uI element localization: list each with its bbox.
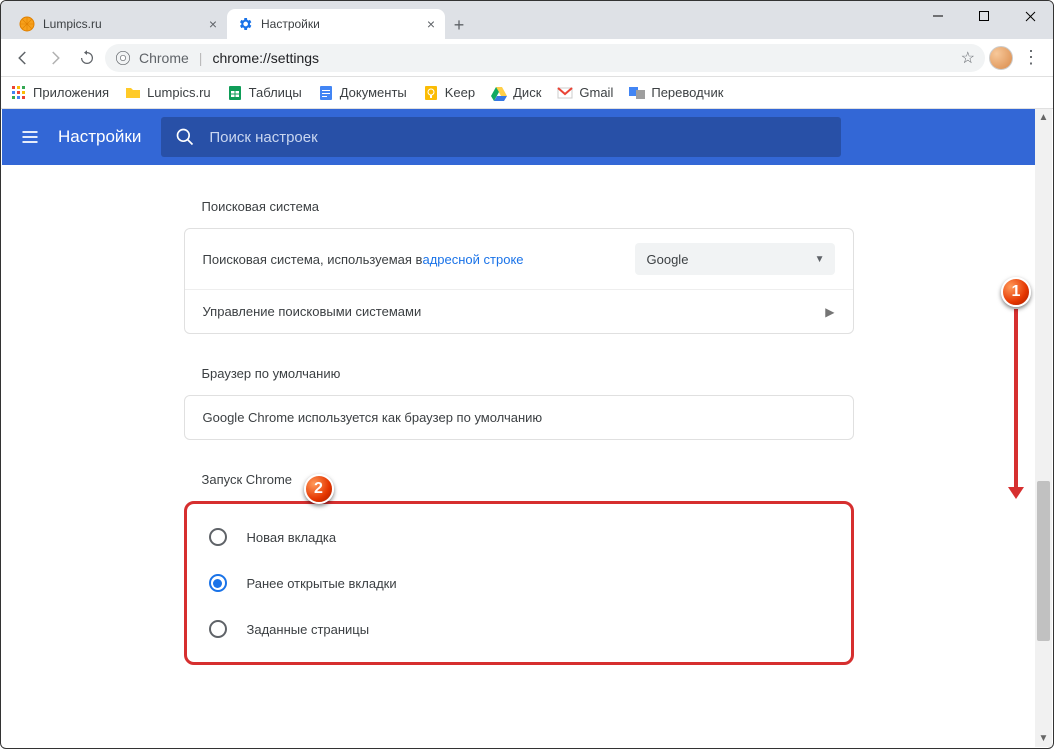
window-controls	[915, 1, 1053, 31]
tab-title: Настройки	[261, 17, 320, 31]
radio-label: Заданные страницы	[247, 622, 370, 637]
bookmark-label: Диск	[513, 85, 541, 100]
keep-icon	[423, 85, 439, 101]
bookmark-drive[interactable]: Диск	[491, 85, 541, 101]
radio-checked-icon	[209, 574, 227, 592]
row-text: Управление поисковыми системами	[203, 304, 422, 319]
chrome-icon	[115, 50, 131, 66]
close-icon[interactable]: ×	[427, 17, 435, 31]
tab-lumpics[interactable]: Lumpics.ru ×	[9, 9, 227, 39]
section-on-startup: Запуск Chrome Новая вкладка Ранее открыт…	[184, 468, 854, 665]
default-browser-row: Google Chrome используется как браузер п…	[185, 396, 853, 439]
settings-title: Настройки	[58, 127, 141, 147]
scroll-down-icon[interactable]: ▼	[1035, 730, 1052, 747]
orange-icon	[19, 16, 35, 32]
section-default-browser: Браузер по умолчанию Google Chrome испол…	[184, 362, 854, 440]
search-engine-row: Поисковая система, используемая в адресн…	[185, 229, 853, 289]
close-icon[interactable]: ×	[209, 17, 217, 31]
url-scheme: Chrome	[139, 50, 189, 66]
bookmark-gmail[interactable]: Gmail	[557, 85, 613, 101]
forward-button[interactable]	[41, 44, 69, 72]
section-search-engine: Поисковая система Поисковая система, исп…	[184, 195, 854, 334]
window-titlebar: Lumpics.ru × Настройки × +	[1, 1, 1053, 39]
scroll-up-icon[interactable]: ▲	[1035, 109, 1052, 126]
settings-body: Поисковая система Поисковая система, исп…	[2, 165, 1035, 665]
sheets-icon	[227, 85, 243, 101]
back-button[interactable]	[9, 44, 37, 72]
on-startup-card: Новая вкладка Ранее открытые вкладки Зад…	[184, 501, 854, 665]
settings-search[interactable]	[161, 117, 841, 157]
radio-option-specific[interactable]: Заданные страницы	[187, 606, 851, 652]
radio-icon	[209, 620, 227, 638]
menu-icon[interactable]	[2, 127, 58, 147]
viewport: Настройки Поисковая система Поисковая си…	[2, 109, 1052, 747]
toolbar: Chrome | chrome://settings ☆ ⋮	[1, 39, 1053, 77]
row-text: Google Chrome используется как браузер п…	[203, 410, 543, 425]
bookmark-label: Lumpics.ru	[147, 85, 211, 100]
bookmark-sheets[interactable]: Таблицы	[227, 85, 302, 101]
reload-button[interactable]	[73, 44, 101, 72]
bookmark-translate[interactable]: Переводчик	[629, 85, 723, 101]
default-browser-card: Google Chrome используется как браузер п…	[184, 395, 854, 440]
annotation-badge-1: 1	[1001, 277, 1031, 307]
url-path: chrome://settings	[212, 50, 319, 66]
radio-label: Новая вкладка	[247, 530, 337, 545]
search-engine-select[interactable]: Google ▼	[635, 243, 835, 275]
section-title: Запуск Chrome	[202, 472, 854, 487]
docs-icon	[318, 85, 334, 101]
section-title: Поисковая система	[202, 199, 854, 214]
new-tab-button[interactable]: +	[445, 11, 473, 39]
chevron-right-icon: ▶	[825, 305, 834, 319]
address-bar-link[interactable]: адресной строке	[422, 252, 523, 267]
bookmark-lumpics[interactable]: Lumpics.ru	[125, 85, 211, 101]
scrollbar-thumb[interactable]	[1037, 481, 1050, 641]
bookmark-docs[interactable]: Документы	[318, 85, 407, 101]
bookmark-label: Таблицы	[249, 85, 302, 100]
menu-button[interactable]: ⋮	[1017, 44, 1045, 72]
browser-window: Lumpics.ru × Настройки × + Chrome |	[0, 0, 1054, 749]
bookmarks-bar: Приложения Lumpics.ru Таблицы Документы …	[1, 77, 1053, 109]
apps-icon	[11, 85, 27, 101]
manage-search-engines-row[interactable]: Управление поисковыми системами ▶	[185, 289, 853, 333]
radio-option-continue[interactable]: Ранее открытые вкладки	[187, 560, 851, 606]
translate-icon	[629, 85, 645, 101]
tab-title: Lumpics.ru	[43, 17, 102, 31]
search-engine-card: Поисковая система, используемая в адресн…	[184, 228, 854, 334]
gmail-icon	[557, 85, 573, 101]
profile-avatar[interactable]	[989, 46, 1013, 70]
address-bar[interactable]: Chrome | chrome://settings ☆	[105, 44, 985, 72]
row-text-prefix: Поисковая система, используемая в	[203, 252, 423, 267]
tab-settings[interactable]: Настройки ×	[227, 9, 445, 39]
bookmark-label: Переводчик	[651, 85, 723, 100]
select-value: Google	[647, 252, 689, 267]
settings-page: Настройки Поисковая система Поисковая си…	[2, 109, 1035, 747]
annotation-badge-2: 2	[304, 474, 334, 504]
bookmark-label: Gmail	[579, 85, 613, 100]
annotation-arrow	[1014, 309, 1018, 489]
bookmark-label: Приложения	[33, 85, 109, 100]
settings-header: Настройки	[2, 109, 1035, 165]
folder-icon	[125, 85, 141, 101]
tab-strip: Lumpics.ru × Настройки × +	[1, 1, 473, 39]
radio-label: Ранее открытые вкладки	[247, 576, 397, 591]
section-title: Браузер по умолчанию	[202, 366, 854, 381]
radio-icon	[209, 528, 227, 546]
bookmark-keep[interactable]: Keep	[423, 85, 475, 101]
drive-icon	[491, 85, 507, 101]
scrollbar[interactable]: ▲ ▼	[1035, 109, 1052, 747]
search-icon	[175, 127, 195, 147]
gear-icon	[237, 16, 253, 32]
radio-option-new-tab[interactable]: Новая вкладка	[187, 514, 851, 560]
bookmark-star-icon[interactable]: ☆	[961, 48, 975, 68]
caret-down-icon: ▼	[815, 254, 825, 265]
annotation-arrow-head	[1008, 487, 1024, 499]
maximize-button[interactable]	[961, 1, 1007, 31]
bookmark-apps[interactable]: Приложения	[11, 85, 109, 101]
bookmark-label: Документы	[340, 85, 407, 100]
close-window-button[interactable]	[1007, 1, 1053, 31]
minimize-button[interactable]	[915, 1, 961, 31]
settings-search-input[interactable]	[209, 129, 827, 146]
bookmark-label: Keep	[445, 85, 475, 100]
